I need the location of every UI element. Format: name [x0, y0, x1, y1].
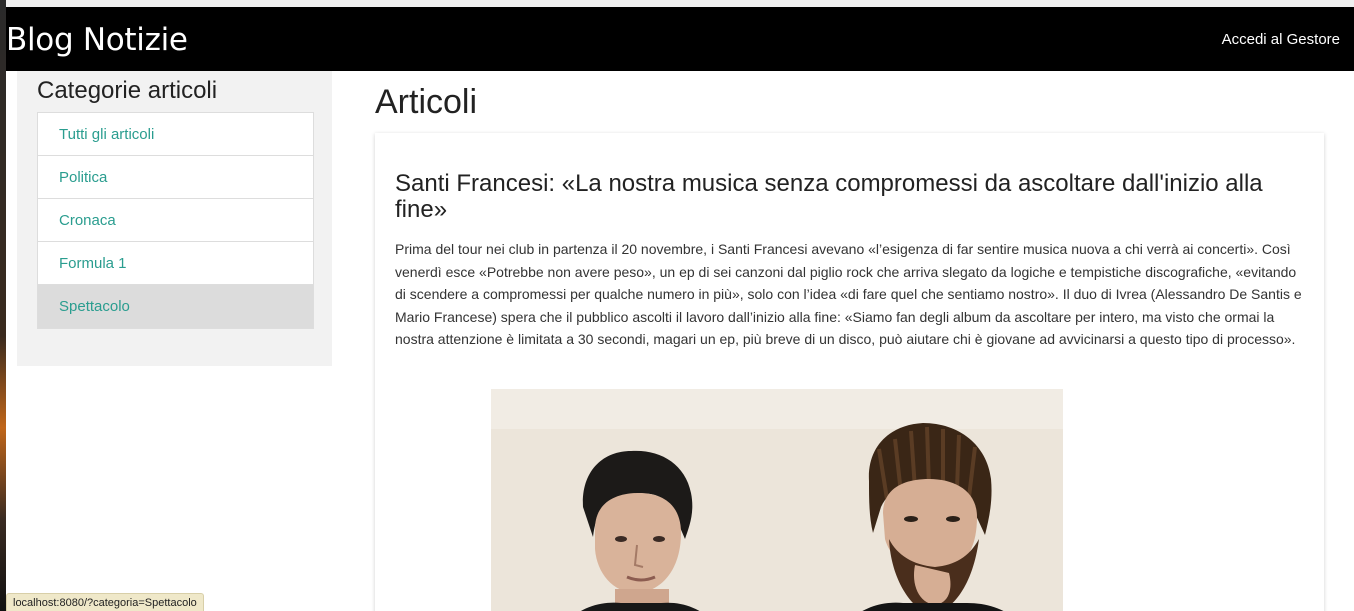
category-item-all[interactable]: Tutti gli articoli	[38, 113, 313, 156]
login-link[interactable]: Accedi al Gestore	[1222, 30, 1340, 50]
sidebar-title: Categorie articoli	[37, 77, 218, 104]
article-body: Prima del tour nei club in partenza il 2…	[395, 241, 1302, 348]
brand-title[interactable]: Blog Notizie	[6, 21, 188, 59]
sidebar: Categorie articoli Tutti gli articoli Po…	[17, 71, 332, 366]
browser-status-bar: localhost:8080/?categoria=Spettacolo	[6, 593, 204, 611]
article-photo	[491, 389, 1063, 611]
desktop-background-edge	[0, 0, 6, 611]
category-list: Tutti gli articoli Politica Cronaca Form…	[37, 112, 314, 329]
category-item-cronaca[interactable]: Cronaca	[38, 199, 313, 242]
category-item-spettacolo[interactable]: Spettacolo	[38, 285, 313, 328]
category-item-politica[interactable]: Politica	[38, 156, 313, 199]
article-title[interactable]: Santi Francesi: «La nostra musica senza …	[395, 171, 1295, 223]
band-photo-illustration	[491, 389, 1063, 611]
top-navbar: Blog Notizie Accedi al Gestore	[6, 7, 1354, 71]
article-card: Santi Francesi: «La nostra musica senza …	[375, 133, 1324, 611]
window-top-strip	[0, 0, 1354, 7]
category-item-formula-1[interactable]: Formula 1	[38, 242, 313, 285]
page-title: Articoli	[375, 83, 478, 121]
